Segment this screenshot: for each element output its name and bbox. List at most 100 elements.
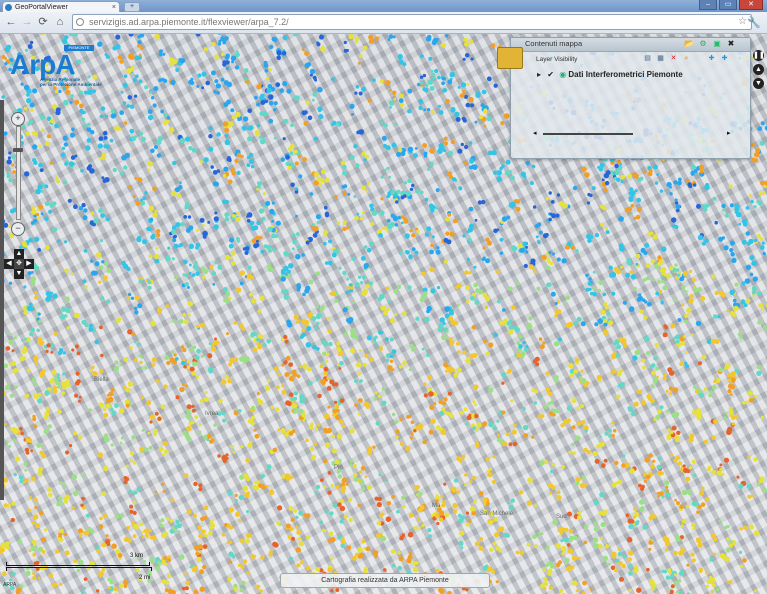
new-tab-button[interactable]: + xyxy=(124,2,140,12)
interferometric-point xyxy=(429,266,435,273)
move-layer-down-icon[interactable]: ✚ xyxy=(720,54,729,63)
interferometric-point xyxy=(242,485,248,492)
panel-close-icon[interactable]: ✖ xyxy=(726,39,736,49)
interferometric-point xyxy=(394,194,398,198)
close-window-button[interactable]: ✕ xyxy=(739,0,763,10)
home-icon[interactable]: ⌂ xyxy=(53,15,67,29)
browser-tab[interactable]: GeoPortalViewer × xyxy=(2,1,120,12)
interferometric-point xyxy=(430,243,434,247)
slider-line[interactable] xyxy=(543,133,633,135)
open-folder-icon[interactable]: 📂 xyxy=(684,39,694,49)
zoom-out-button[interactable]: − xyxy=(11,222,25,236)
interferometric-point xyxy=(499,237,504,242)
interferometric-point xyxy=(283,118,289,124)
interferometric-point xyxy=(614,169,620,176)
interferometric-point xyxy=(678,550,684,556)
pan-up-icon[interactable]: ▲ xyxy=(14,249,24,259)
pan-down-icon[interactable]: ▼ xyxy=(14,269,24,279)
interferometric-point xyxy=(341,539,346,544)
interferometric-point xyxy=(273,136,277,140)
table-icon[interactable]: ▦ xyxy=(656,54,665,63)
tab-close-icon[interactable]: × xyxy=(112,2,116,12)
zoom-slider[interactable]: + − xyxy=(11,112,25,236)
interferometric-point xyxy=(172,58,178,65)
interferometric-point xyxy=(502,441,507,447)
interferometric-point xyxy=(466,357,471,362)
interferometric-point xyxy=(46,343,51,348)
basemap-icon[interactable]: ▣ xyxy=(712,39,722,49)
interferometric-point xyxy=(364,475,368,479)
interferometric-point xyxy=(749,272,754,277)
interferometric-point xyxy=(36,317,40,321)
interferometric-point xyxy=(115,34,121,40)
legend-icon[interactable]: ▤ xyxy=(643,54,652,63)
interferometric-point xyxy=(291,165,295,169)
interferometric-point xyxy=(76,351,81,356)
interferometric-point xyxy=(430,110,435,114)
address-bar[interactable]: servizigis.ad.arpa.piemonte.it/flexviewe… xyxy=(72,14,752,30)
interferometric-point xyxy=(100,213,105,218)
interferometric-point xyxy=(177,523,182,529)
interferometric-point xyxy=(729,310,735,316)
zoom-track[interactable] xyxy=(16,126,21,220)
contents-folder-icon[interactable] xyxy=(497,47,523,69)
interferometric-point xyxy=(568,528,574,534)
interferometric-point xyxy=(400,195,405,200)
interferometric-point xyxy=(560,545,567,552)
pan-center-icon[interactable]: ✥ xyxy=(14,259,24,269)
interferometric-point xyxy=(277,372,281,377)
interferometric-point xyxy=(137,40,142,45)
interferometric-point xyxy=(244,538,251,544)
layer-tree-item[interactable]: ▸ ✔ ◉ Dati Interferometrici Piemonte xyxy=(537,70,683,79)
interferometric-point xyxy=(295,525,299,529)
interferometric-point xyxy=(577,515,582,520)
interferometric-point xyxy=(408,254,413,259)
reload-icon[interactable]: ⟳ xyxy=(36,15,50,29)
slider-right-icon[interactable]: ▸ xyxy=(727,130,731,138)
interferometric-point xyxy=(121,155,127,161)
interferometric-point xyxy=(285,154,290,160)
transparency-slider[interactable]: ◂ ▸ xyxy=(533,130,733,138)
remove-layer-icon[interactable]: ✕ xyxy=(669,54,678,63)
pause-icon[interactable]: ❚❚ xyxy=(753,50,765,61)
nav-down-icon[interactable]: ▼ xyxy=(753,78,764,89)
interferometric-point xyxy=(208,368,214,374)
interferometric-point xyxy=(460,411,465,415)
bookmark-star-icon[interactable]: ☆ xyxy=(738,15,747,29)
layer-checkbox[interactable]: ✔ xyxy=(547,70,554,79)
pan-right-icon[interactable]: ▶ xyxy=(24,259,34,269)
zoom-in-button[interactable]: + xyxy=(11,112,25,126)
interferometric-point xyxy=(486,469,490,473)
maximize-button[interactable]: ▭ xyxy=(719,0,737,10)
zoom-to-layer-icon[interactable]: ⌕ xyxy=(682,54,691,63)
pan-left-icon[interactable]: ◀ xyxy=(4,259,14,269)
move-layer-up-icon[interactable]: ✚ xyxy=(707,54,716,63)
interferometric-point xyxy=(495,580,499,584)
interferometric-point xyxy=(350,286,355,290)
interferometric-point xyxy=(334,195,338,199)
nav-up-icon[interactable]: ▲ xyxy=(753,64,764,75)
interferometric-point xyxy=(431,76,436,80)
interferometric-point xyxy=(627,406,632,410)
interferometric-point xyxy=(677,461,683,466)
interferometric-point xyxy=(69,101,73,104)
interferometric-point xyxy=(637,207,642,213)
interferometric-point xyxy=(247,136,253,142)
back-arrow-icon[interactable]: ← xyxy=(4,15,18,29)
wrench-icon[interactable]: 🔧 xyxy=(747,16,761,29)
interferometric-point xyxy=(423,143,427,148)
interferometric-point xyxy=(78,435,83,440)
zoom-thumb[interactable] xyxy=(13,148,23,152)
forward-arrow-icon[interactable]: → xyxy=(20,15,34,29)
slider-left-icon[interactable]: ◂ xyxy=(533,130,537,138)
tools-icon[interactable]: ⚙ xyxy=(698,39,708,49)
interferometric-point xyxy=(483,339,488,344)
expand-arrow-icon[interactable]: ▸ xyxy=(537,70,541,79)
interferometric-point xyxy=(542,341,546,345)
interferometric-point xyxy=(438,322,444,328)
interferometric-point xyxy=(38,204,44,210)
minimize-button[interactable]: – xyxy=(699,0,717,10)
interferometric-point xyxy=(695,320,702,327)
interferometric-point xyxy=(436,521,440,526)
interferometric-point xyxy=(120,171,124,176)
